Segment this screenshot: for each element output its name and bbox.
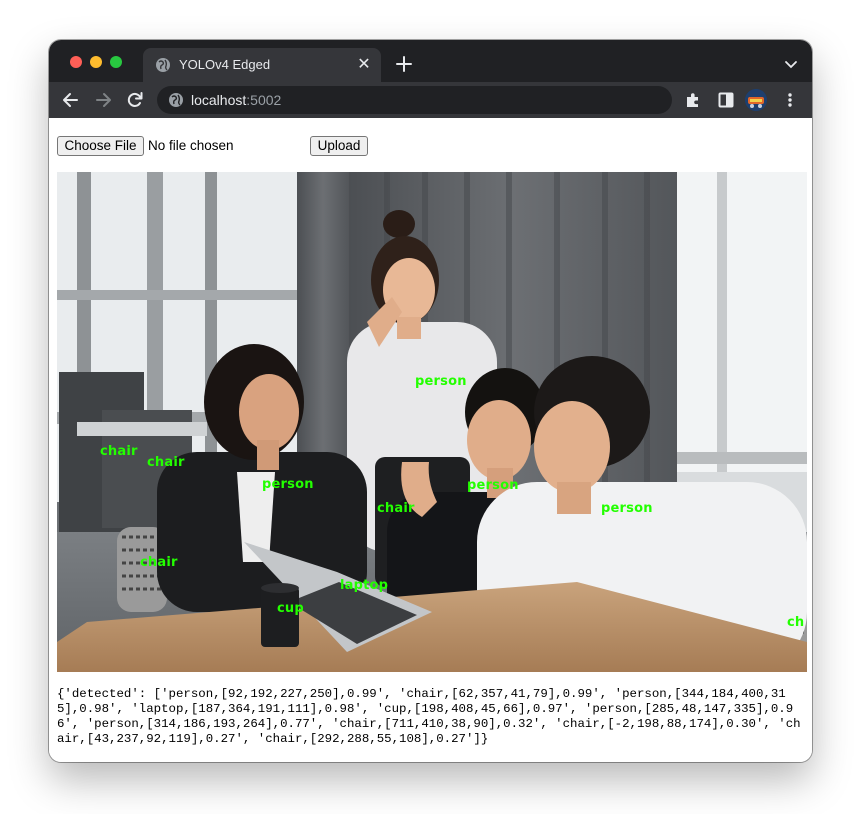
office-photo [57, 172, 807, 672]
detection-label: person [415, 374, 467, 389]
detection-label: chair [100, 444, 138, 459]
address-bar[interactable]: localhost:5002 [157, 86, 672, 114]
detection-label: chair [147, 455, 185, 470]
browser-toolbar: localhost:5002 [49, 82, 812, 118]
detection-label: laptop [340, 578, 389, 593]
choose-file-button[interactable]: Choose File [57, 136, 144, 156]
detection-result-text: {'detected': ['person,[92,192,227,250],0… [57, 687, 801, 746]
reload-icon[interactable] [125, 90, 145, 110]
url-text: localhost:5002 [191, 92, 281, 108]
browser-tab[interactable]: YOLOv4 Edged ✕ [143, 48, 381, 82]
globe-icon [155, 57, 171, 73]
detection-result-image: person chair chair person chair person p… [57, 172, 807, 672]
side-panel-icon[interactable] [717, 91, 735, 109]
tab-close-button[interactable]: ✕ [355, 56, 373, 74]
detection-label: ch [787, 615, 805, 630]
detection-label: person [262, 477, 314, 492]
minimize-window-button[interactable] [90, 56, 102, 68]
tab-title: YOLOv4 Edged [179, 57, 271, 72]
tab-bar: YOLOv4 Edged ✕ [49, 40, 812, 82]
site-info-icon[interactable] [168, 92, 184, 108]
chevron-down-icon[interactable] [784, 57, 798, 69]
detection-label: cup [277, 601, 304, 616]
page-content: Choose File No file chosen Upload person… [49, 118, 812, 762]
upload-form: Choose File No file chosen Upload [57, 136, 417, 157]
upload-button[interactable]: Upload [310, 136, 368, 156]
detection-label: chair [140, 555, 178, 570]
file-status: No file chosen [148, 138, 234, 153]
close-window-button[interactable] [70, 56, 82, 68]
zoom-window-button[interactable] [110, 56, 122, 68]
detection-label: person [601, 501, 653, 516]
detection-label: person [467, 478, 519, 493]
more-vert-icon[interactable] [781, 91, 799, 109]
detection-label: chair [377, 501, 415, 516]
url-host: localhost [191, 92, 247, 108]
new-tab-button[interactable] [393, 53, 415, 75]
url-port: :5002 [246, 92, 282, 108]
profile-avatar[interactable] [745, 89, 767, 111]
browser-window: YOLOv4 Edged ✕ localhost:5002 Choose Fil… [49, 40, 812, 762]
puzzle-icon[interactable] [684, 91, 702, 109]
back-arrow-icon[interactable] [61, 90, 81, 110]
forward-arrow-icon[interactable] [93, 90, 113, 110]
